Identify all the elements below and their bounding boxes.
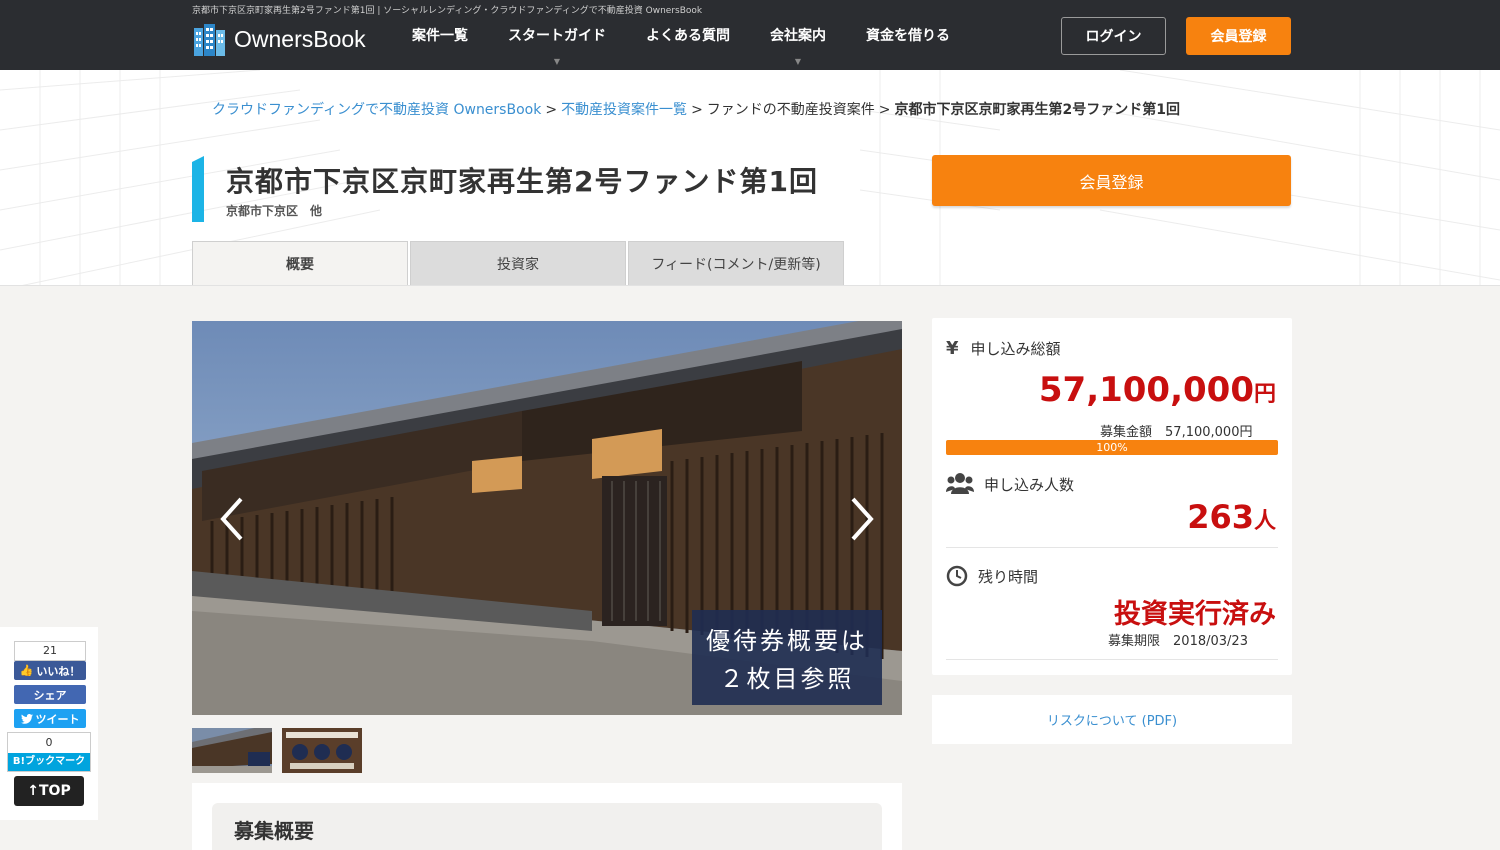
breadcrumb-category: ファンドの不動産投資案件 bbox=[706, 102, 875, 118]
facebook-like-count: 21 bbox=[14, 641, 86, 661]
funding-stats-panel: ¥ 申し込み総額 57,100,000円 募集金額 57,100,000円 10… bbox=[932, 318, 1292, 675]
project-location: 京都市下京区 他 bbox=[226, 204, 323, 218]
target-amount: 募集金額 57,100,000円 bbox=[1100, 421, 1252, 440]
tab-investors[interactable]: 投資家 bbox=[410, 241, 626, 285]
clock-icon bbox=[946, 565, 968, 587]
thumbs-up-icon: 👍 bbox=[19, 664, 34, 677]
gallery-thumbnail-2[interactable] bbox=[282, 728, 362, 773]
applicants-unit: 人 bbox=[1253, 509, 1276, 534]
main-nav: 案件一覧 スタートガイド ▼ よくある質問 会社案内 ▼ 資金を借りる bbox=[392, 25, 970, 66]
divider bbox=[946, 547, 1278, 548]
site-header: 京都市下京区京町家再生第2号ファンド第1回 | ソーシャルレンディング・クラウド… bbox=[0, 0, 1500, 70]
applicants-number: 263 bbox=[1187, 498, 1254, 536]
page-title: 京都市下京区京町家再生第2号ファンド第1回 bbox=[226, 165, 818, 198]
target-value: 57,100,000円 bbox=[1165, 425, 1253, 440]
total-amount-label: ¥ 申し込み総額 bbox=[946, 338, 1061, 359]
breadcrumb-current: 京都市下京区京町家再生第2号ファンド第1回 bbox=[894, 102, 1181, 118]
gallery-next-arrow[interactable] bbox=[844, 494, 880, 544]
twitter-bird-icon bbox=[20, 713, 33, 724]
progress-text: 100% bbox=[1096, 441, 1128, 454]
hatena-count: 0 bbox=[45, 736, 53, 749]
nav-item-label: スタートガイド bbox=[508, 28, 606, 44]
gallery-caption: 優待券概要は ２枚目参照 bbox=[692, 610, 882, 705]
nav-item-projects[interactable]: 案件一覧 bbox=[392, 25, 488, 45]
breadcrumb-separator: > bbox=[691, 102, 703, 118]
tab-feed[interactable]: フィード(コメント/更新等) bbox=[628, 241, 844, 285]
caption-line-2: ２枚目参照 bbox=[719, 665, 855, 693]
chevron-down-icon: ▼ bbox=[553, 57, 561, 66]
register-cta-button[interactable]: 会員登録 bbox=[932, 155, 1291, 206]
gallery-prev-arrow[interactable] bbox=[214, 494, 250, 544]
login-button[interactable]: ログイン bbox=[1061, 17, 1166, 55]
project-tabs: 概要 投資家 フィード(コメント/更新等) bbox=[192, 241, 846, 285]
gallery-thumbnail-1[interactable] bbox=[192, 728, 272, 773]
yen-icon: ¥ bbox=[946, 338, 959, 359]
deadline-label: 募集期限 bbox=[1108, 634, 1161, 649]
caption-line-1: 優待券概要は bbox=[706, 627, 868, 655]
breadcrumb-separator: > bbox=[545, 102, 558, 118]
people-icon bbox=[946, 473, 974, 494]
funding-status: 投資実行済み bbox=[1114, 599, 1276, 630]
applicants-value: 263人 bbox=[1187, 498, 1276, 536]
nav-item-label: 会社案内 bbox=[770, 28, 826, 44]
site-logo[interactable]: OwnersBook bbox=[192, 22, 366, 56]
tweet-label: ツイート bbox=[35, 712, 80, 726]
breadcrumb-list-link[interactable]: 不動産投資案件一覧 bbox=[561, 102, 687, 118]
tab-overview[interactable]: 概要 bbox=[192, 241, 408, 285]
breadcrumb: クラウドファンディングで不動産投資 OwnersBook > 不動産投資案件一覧 > フ… bbox=[212, 99, 1180, 119]
total-amount-value: 57,100,000円 bbox=[1039, 370, 1276, 410]
total-amount-unit: 円 bbox=[1253, 382, 1276, 407]
hatena-bookmark-widget: 0 B!ブックマーク bbox=[7, 732, 91, 772]
breadcrumb-home-link[interactable]: クラウドファンディングで不動産投資 OwnersBook bbox=[212, 102, 541, 118]
breadcrumb-separator: > bbox=[878, 102, 891, 118]
facebook-like-button[interactable]: 👍 いいね！ bbox=[14, 661, 86, 680]
nav-item-faq[interactable]: よくある質問 bbox=[626, 25, 750, 45]
chevron-right-icon bbox=[851, 497, 874, 541]
twitter-tweet-button[interactable]: ツイート bbox=[14, 709, 86, 728]
nav-item-borrow[interactable]: 資金を借りる bbox=[846, 25, 970, 45]
applicants-label: 申し込み人数 bbox=[946, 472, 1074, 496]
facebook-share-button[interactable]: シェア bbox=[14, 685, 86, 704]
hatena-bookmark-button[interactable]: B!ブックマーク bbox=[8, 753, 90, 771]
funding-progress-bar: 100% bbox=[946, 440, 1278, 455]
target-label: 募集金額 bbox=[1100, 425, 1153, 440]
building-logo-icon bbox=[192, 22, 232, 56]
chevron-down-icon: ▼ bbox=[794, 57, 802, 66]
total-label-text: 申し込み総額 bbox=[970, 340, 1061, 358]
facebook-like-label: いいね！ bbox=[36, 664, 81, 678]
back-to-top-button[interactable]: ↑TOP bbox=[14, 776, 84, 806]
logo-text: OwnersBook bbox=[234, 25, 366, 52]
time-remaining-label: 残り時間 bbox=[946, 565, 1038, 587]
social-share-panel: 21 👍 いいね！ シェア ツイート 0 B!ブックマーク ↑TOP bbox=[0, 627, 98, 820]
project-hero: クラウドファンディングで不動産投資 OwnersBook > 不動産投資案件一覧 > フ… bbox=[0, 70, 1500, 286]
deadline-value: 2018/03/23 bbox=[1173, 634, 1248, 649]
deadline: 募集期限 2018/03/23 bbox=[1108, 630, 1248, 649]
risk-pdf-link[interactable]: リスクについて (PDF) bbox=[932, 695, 1292, 744]
title-accent-bar bbox=[192, 156, 204, 222]
divider bbox=[946, 659, 1278, 660]
applicants-label-text: 申し込み人数 bbox=[984, 475, 1075, 494]
summary-heading: 募集概要 bbox=[212, 803, 882, 850]
time-label-text: 残り時間 bbox=[978, 567, 1039, 586]
page-tagline: 京都市下京区京町家再生第2号ファンド第1回 | ソーシャルレンディング・クラウド… bbox=[192, 6, 703, 16]
register-button[interactable]: 会員登録 bbox=[1186, 17, 1291, 55]
total-amount-number: 57,100,000 bbox=[1038, 370, 1254, 410]
nav-item-start-guide[interactable]: スタートガイド ▼ bbox=[488, 25, 626, 66]
nav-item-company[interactable]: 会社案内 ▼ bbox=[750, 25, 846, 66]
chevron-left-icon bbox=[220, 497, 243, 541]
